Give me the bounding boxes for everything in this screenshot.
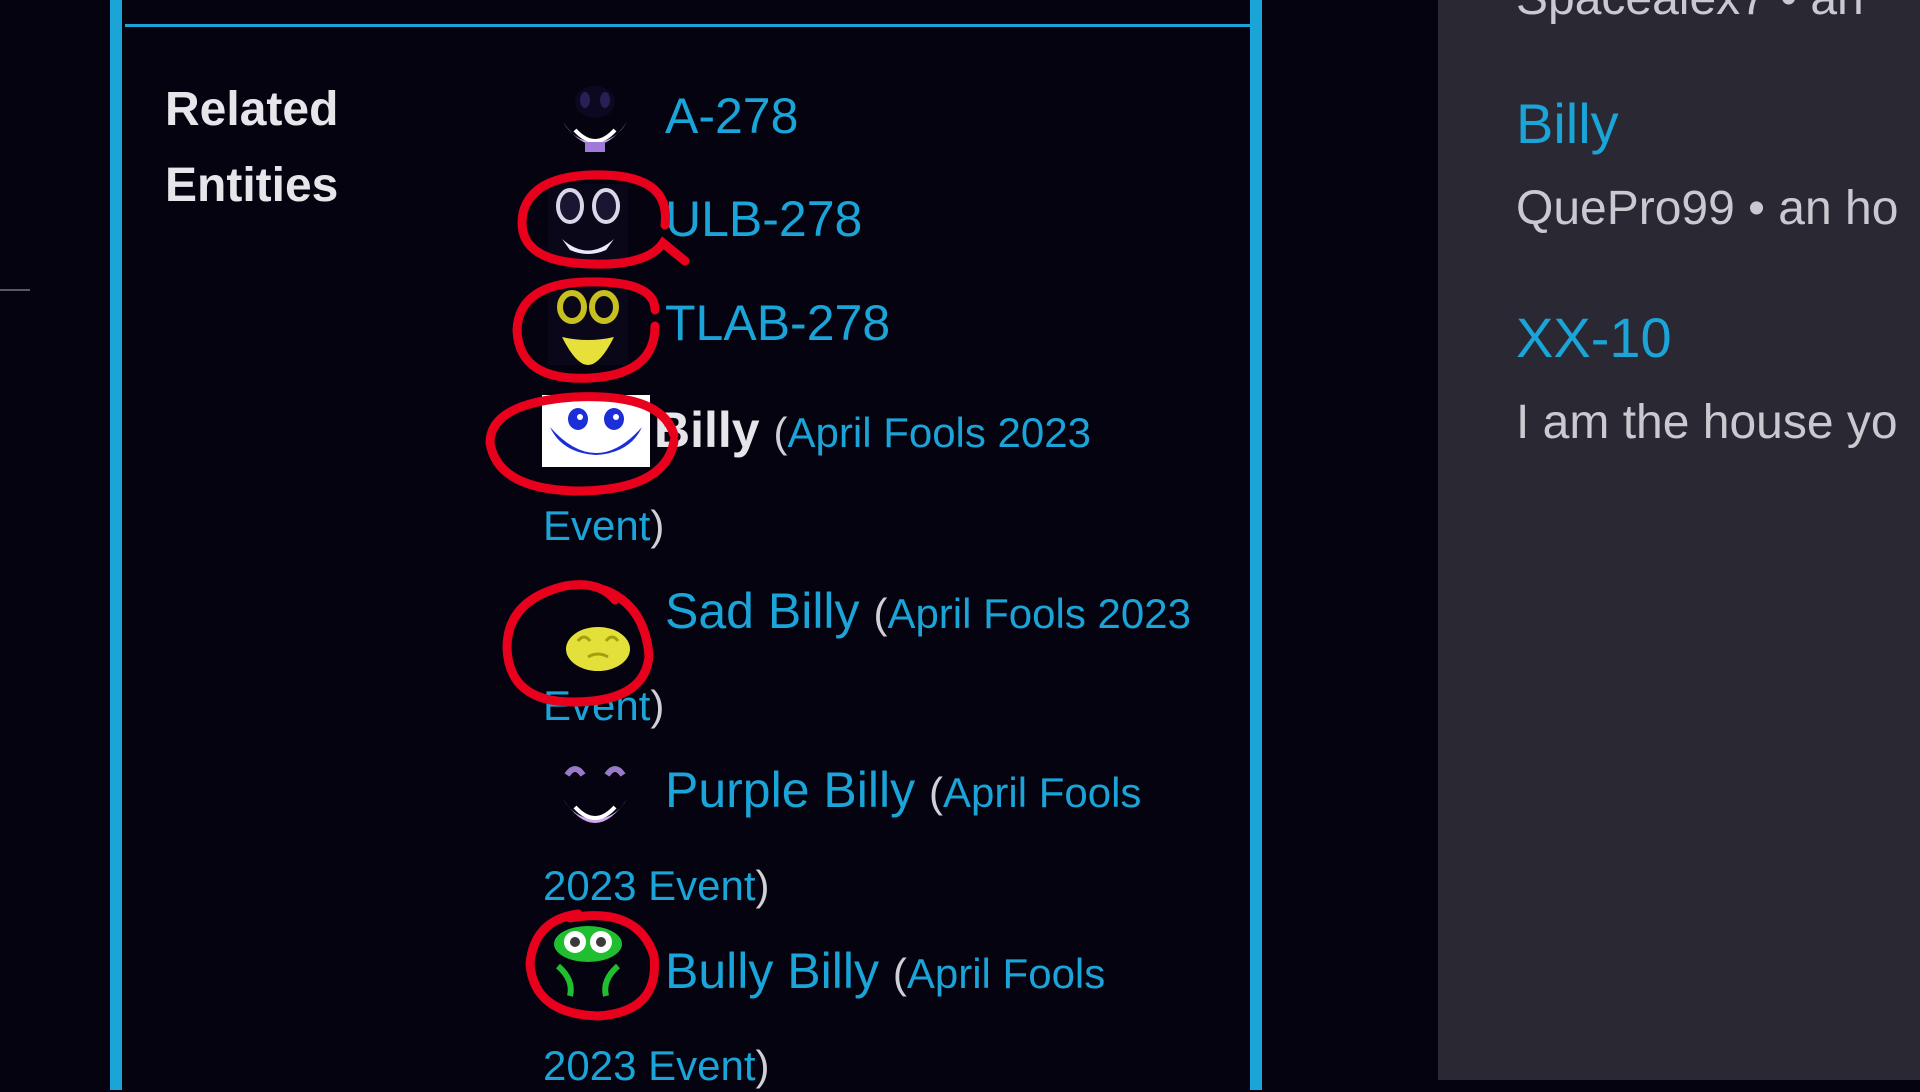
row-label-line2: Entities [165,159,339,212]
entity-entry-bully-billy: Bully Billy (April Fools [665,943,1106,999]
event-link-billy[interactable]: April Fools 2023 [788,409,1092,456]
event-link-purple-billy-cont[interactable]: 2023 Event [543,862,756,909]
event-link-bully-billy-cont[interactable]: 2023 Event [543,1042,756,1089]
entity-entry-purple-billy: Purple Billy (April Fools [665,762,1142,818]
entity-entry-billy: Billy (April Fools 2023 [654,402,1092,458]
entity-entry-sad-billy: Sad Billy (April Fools 2023 [665,583,1191,639]
related-results-panel: Spacealex7 • an Billy QuePro99 • an ho X… [1438,0,1920,1080]
entity-link-tlab-278[interactable]: TLAB-278 [665,293,890,353]
entity-link-sad-billy[interactable]: Sad Billy [665,583,860,639]
entity-link-a-278[interactable]: A-278 [665,86,798,146]
result-title-xx-10[interactable]: XX-10 [1516,306,1672,370]
result-title-billy[interactable]: Billy [1516,92,1619,156]
green-bully-face-icon[interactable] [548,922,628,1002]
left-gutter [0,0,110,1080]
result-subtitle-cut: Spacealex7 • an [1516,0,1864,28]
entity-entry-billy-cont: Event) [543,502,665,549]
content-gap [1262,0,1438,1080]
event-link-billy-cont[interactable]: Event [543,502,650,549]
event-link-bully-billy[interactable]: April Fools [907,950,1105,997]
purple-grin-face-icon[interactable] [555,80,635,160]
entity-entry-purple-billy-cont: 2023 Event) [543,862,770,909]
entity-entry-bully-billy-cont: 2023 Event) [543,1042,770,1089]
purple-billy-face-icon[interactable] [555,755,635,835]
yellow-eyes-face-icon[interactable] [548,285,628,365]
yellow-blob-face-icon[interactable] [558,605,638,685]
dark-grin-face-icon[interactable] [548,184,628,264]
event-link-sad-billy-cont[interactable]: Event [543,682,650,729]
row-label-line1: Related [165,83,339,136]
event-link-purple-billy[interactable]: April Fools [943,769,1141,816]
entity-link-purple-billy[interactable]: Purple Billy [665,762,915,818]
entity-link-bully-billy[interactable]: Bully Billy [665,943,879,999]
result-subtitle-xx-10: I am the house yo [1516,396,1898,449]
result-subtitle-billy: QuePro99 • an ho [1516,182,1899,235]
entity-entry-sad-billy-cont: Event) [543,682,665,729]
blue-smile-face-icon[interactable] [542,395,650,467]
entity-link-ulb-278[interactable]: ULB-278 [665,189,862,249]
row-label-related-entities: Related Entities [165,72,395,224]
event-link-sad-billy[interactable]: April Fools 2023 [887,590,1191,637]
entity-name-billy[interactable]: Billy [654,402,760,458]
gutter-divider [0,289,30,291]
infobox-row-divider [125,24,1263,27]
